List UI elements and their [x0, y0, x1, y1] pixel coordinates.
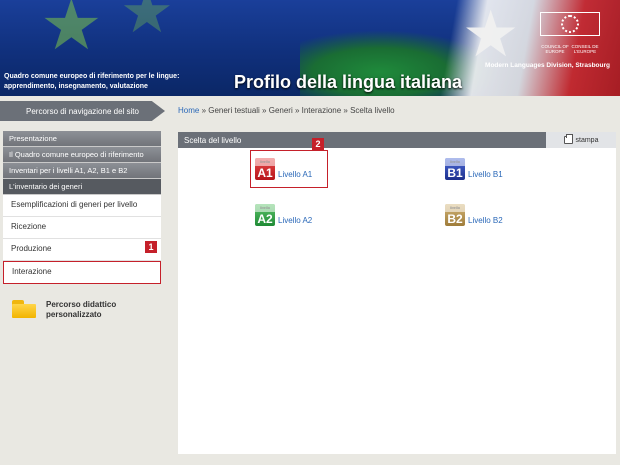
level-b2-label: Livello B2	[468, 216, 503, 225]
submenu-item-ricezione[interactable]: Ricezione	[3, 217, 161, 239]
star-icon: ★	[120, 0, 174, 45]
header-subtitle: Quadro comune europeo di riferimento per…	[4, 72, 179, 92]
level-b1-label: Livello B1	[468, 170, 503, 179]
breadcrumb-path: » Generi testuali » Generi » Interazione…	[199, 106, 395, 115]
coe-label-en: COUNCIL OF EUROPE	[541, 44, 569, 54]
submenu-item-produzione[interactable]: Produzione	[3, 239, 161, 261]
nav-title: Percorso di navigazione del sito	[0, 101, 165, 121]
annotation-badge: 2	[312, 138, 324, 150]
folder-icon[interactable]	[12, 300, 36, 318]
percorso-didattico-link[interactable]: Percorso didattico personalizzato	[46, 300, 156, 320]
highlight-box	[250, 150, 328, 188]
page-title: Profilo della lingua italiana	[234, 72, 463, 92]
star-icon: ★	[462, 0, 520, 70]
annotation-badge: 1	[145, 241, 157, 253]
council-of-europe-logo	[540, 12, 600, 36]
sidebar-submenu: Esemplificazioni di generi per livello R…	[3, 195, 161, 284]
sidebar-item-inventario-generi[interactable]: L'inventario dei generi	[3, 179, 161, 195]
header-subtitle-line2: apprendimento, insegnamento, valutazione	[4, 83, 148, 90]
level-b1-link[interactable]: livello B1 Livello B1	[445, 158, 503, 180]
level-a2-label: Livello A2	[278, 216, 313, 225]
sidebar-menu: Presentazione Il Quadro comune europeo d…	[3, 131, 161, 284]
star-icon: ★	[40, 0, 103, 64]
level-b1-icon: livello B1	[445, 158, 465, 180]
submenu-item-esemplificazioni[interactable]: Esemplificazioni di generi per livello	[3, 195, 161, 217]
coe-label-fr: CONSEIL DE L'EUROPE	[571, 44, 599, 54]
sidebar-item-presentazione[interactable]: Presentazione	[3, 131, 161, 147]
level-a2-icon: livello A2	[255, 204, 275, 226]
sidebar-item-inventari[interactable]: Inventari per i livelli A1, A2, B1 e B2	[3, 163, 161, 179]
print-button[interactable]: stampa	[546, 132, 616, 148]
panel-title: Scelta del livello	[178, 132, 548, 148]
breadcrumb: Home » Generi testuali » Generi » Intera…	[178, 106, 395, 115]
site-header: ★ ★ ★ COUNCIL OF EUROPE CONSEIL DE L'EUR…	[0, 0, 620, 96]
breadcrumb-home-link[interactable]: Home	[178, 106, 199, 115]
level-panel: Scelta del livello stampa	[178, 132, 616, 454]
sidebar-item-quadro[interactable]: Il Quadro comune europeo di riferimento	[3, 147, 161, 163]
level-b2-link[interactable]: livello B2 Livello B2	[445, 204, 503, 226]
division-label: Modern Languages Division, Strasbourg	[485, 62, 610, 69]
header-subtitle-line1: Quadro comune europeo di riferimento per…	[4, 73, 180, 80]
level-a2-link[interactable]: livello A2 Livello A2	[255, 204, 312, 226]
level-b2-icon: livello B2	[445, 204, 465, 226]
submenu-item-interazione[interactable]: Interazione	[3, 261, 161, 284]
print-label: stampa	[575, 136, 599, 144]
printer-icon	[563, 134, 573, 144]
